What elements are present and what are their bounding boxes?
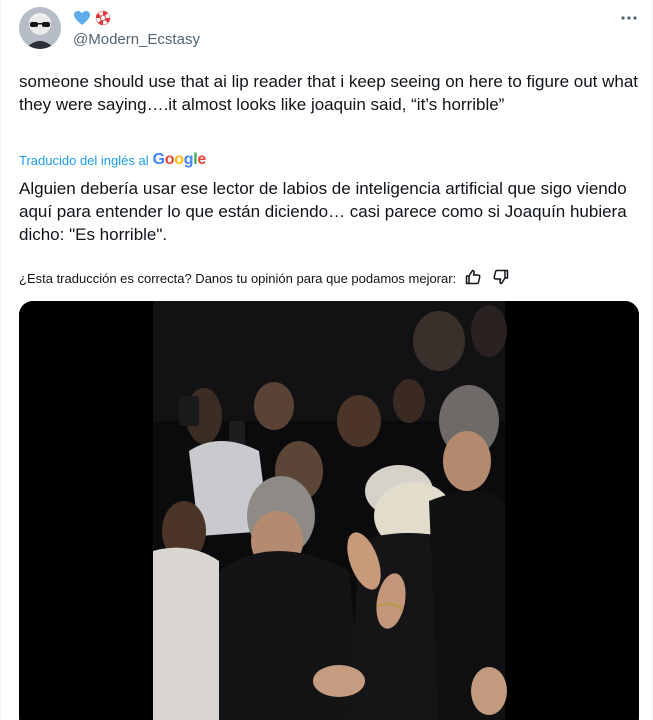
tweet-text: someone should use that ai lip reader th…	[19, 72, 639, 114]
author-handle[interactable]: @Modern_Ecstasy	[73, 31, 200, 48]
more-dots-icon	[620, 8, 638, 26]
thumbs-up-button[interactable]	[462, 268, 484, 288]
thumbs-down-icon	[493, 269, 509, 288]
translation-feedback: ¿Esta traducción es correcta? Danos tu o…	[19, 268, 512, 288]
more-options-button[interactable]	[618, 6, 640, 28]
tweet-card: @Modern_Ecstasy someone should use that …	[0, 0, 653, 720]
translated-text: Alguien debería usar ese lector de labio…	[19, 179, 627, 244]
google-logo: Google	[152, 151, 207, 168]
thumbs-up-icon	[465, 269, 481, 288]
translation-label: Traducido del inglés al	[19, 152, 149, 168]
translation-attribution[interactable]: Traducido del inglés al Google	[19, 151, 206, 169]
thumbs-down-button[interactable]	[490, 268, 512, 288]
blue-heart-icon	[73, 10, 91, 26]
video-media[interactable]	[19, 301, 639, 720]
feedback-question: ¿Esta traducción es correcta? Danos tu o…	[19, 270, 457, 286]
display-name-icons[interactable]	[73, 9, 111, 27]
video-frame	[19, 301, 639, 720]
lifebuoy-icon	[95, 10, 111, 26]
avatar[interactable]	[19, 7, 61, 49]
